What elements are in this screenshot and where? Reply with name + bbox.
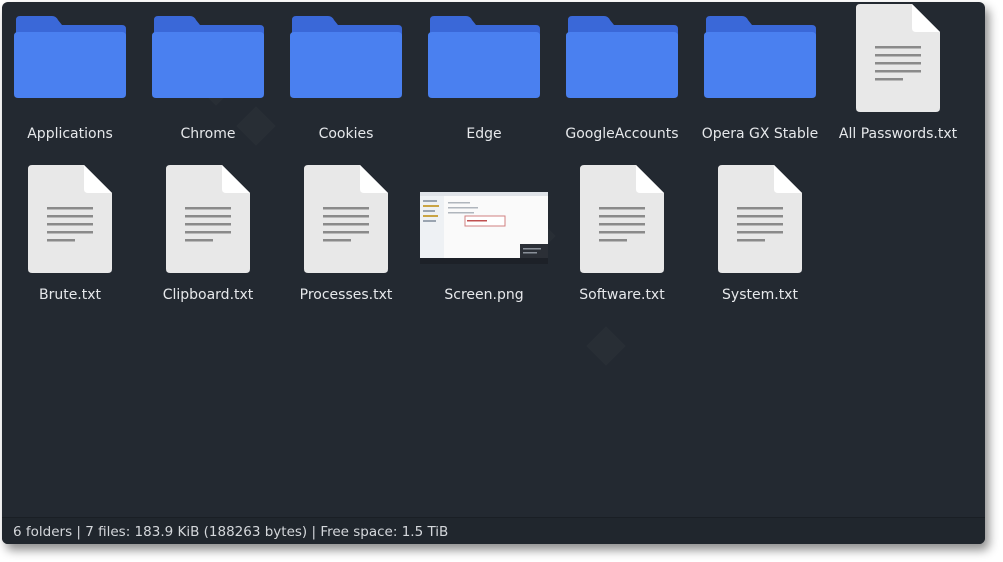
file-name-label: Opera GX Stable [701,126,819,142]
folder-icon [141,2,275,112]
folder-icon [693,2,827,112]
file-item[interactable]: System.txt [693,163,827,313]
file-item[interactable]: Clipboard.txt [141,163,275,313]
text-file-icon [831,2,965,112]
file-item[interactable]: Cookies [279,2,413,152]
file-item[interactable]: Edge [417,2,551,152]
file-item[interactable]: Chrome [141,2,275,152]
folder-icon [279,2,413,112]
text-file-icon [693,163,827,273]
status-bar: 6 folders | 7 files: 183.9 KiB (188263 b… [2,517,985,544]
file-item[interactable]: Software.txt [555,163,689,313]
file-name-label: System.txt [722,287,798,303]
file-manager-window: Applications Chrome Cookies Edge GoogleAccou… [2,2,985,544]
file-name-label: Cookies [318,126,374,142]
file-name-label: Screen.png [444,287,524,303]
file-item[interactable]: GoogleAccounts [555,2,689,152]
file-name-label: Processes.txt [299,287,393,303]
folder-icon [417,2,551,112]
text-file-icon [555,163,689,273]
file-name-label: Applications [27,126,113,142]
text-file-icon [279,163,413,273]
text-file-icon [141,163,275,273]
folder-icon [555,2,689,112]
file-name-label: All Passwords.txt [838,126,958,142]
file-item[interactable]: Processes.txt [279,163,413,313]
image-thumbnail [417,163,551,273]
file-name-label: Clipboard.txt [162,287,254,303]
file-item[interactable]: Brute.txt [3,163,137,313]
status-text: 6 folders | 7 files: 183.9 KiB (188263 b… [13,524,449,540]
file-name-label: Edge [466,126,502,142]
file-name-label: Chrome [180,126,236,142]
text-file-icon [3,163,137,273]
file-item[interactable]: Screen.png [417,163,551,313]
file-item[interactable]: All Passwords.txt [831,2,965,152]
file-name-label: Brute.txt [38,287,102,303]
watermark-shape [586,326,626,366]
file-grid[interactable]: Applications Chrome Cookies Edge GoogleAccou… [2,2,985,518]
file-name-label: Software.txt [579,287,665,303]
file-name-label: GoogleAccounts [565,126,679,142]
file-item[interactable]: Applications [3,2,137,152]
folder-icon [3,2,137,112]
file-item[interactable]: Opera GX Stable [693,2,827,152]
